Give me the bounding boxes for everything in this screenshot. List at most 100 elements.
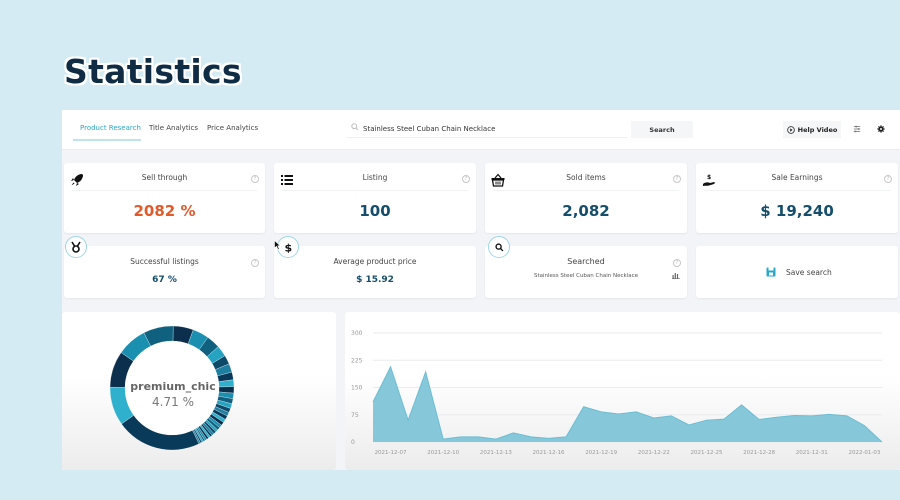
sales-area-chart: 0 75 150 225 300 2021-12-07 2021-12-10 2021-12-…: [351, 330, 884, 456]
gear-icon: [877, 125, 885, 133]
y-tick-label: 0: [351, 439, 355, 446]
info-icon[interactable]: ?: [251, 259, 259, 267]
divider: [493, 190, 679, 191]
bar-chart-icon[interactable]: [672, 272, 680, 279]
data-point[interactable]: [792, 413, 796, 417]
tab-product-research[interactable]: Product Research: [80, 124, 141, 132]
data-point[interactable]: [406, 418, 410, 422]
search-field[interactable]: [347, 120, 627, 138]
area-fill: [373, 366, 882, 442]
x-tick-label: 2021-12-07: [375, 450, 407, 456]
successful-listings-label: Successful listings: [130, 257, 199, 266]
seller-share-panel: premium_chic 4.71 %: [62, 312, 336, 470]
x-tick-label: 2021-12-28: [743, 450, 775, 456]
search-icon: [351, 123, 359, 131]
x-tick-label: 2021-12-25: [690, 450, 722, 456]
data-point[interactable]: [529, 435, 533, 439]
x-tick-label: 2021-12-19: [585, 450, 617, 456]
play-circle-icon: [786, 125, 795, 134]
data-point[interactable]: [827, 412, 831, 416]
search-icon: [494, 242, 503, 251]
data-point[interactable]: [582, 405, 586, 409]
data-point[interactable]: [704, 418, 708, 422]
settings-button[interactable]: [874, 122, 888, 136]
data-point[interactable]: [634, 410, 638, 414]
page-title: Statistics: [64, 52, 242, 91]
sold-items-card: Sold items ? 2,082: [485, 163, 687, 233]
x-tick-label: 2021-12-31: [796, 450, 828, 456]
app-window: Product Research Title Analytics Price A…: [62, 110, 900, 470]
successful-listings-card: Successful listings ? 67 %: [64, 246, 265, 298]
info-icon[interactable]: ?: [673, 259, 681, 267]
data-point[interactable]: [547, 436, 551, 440]
data-point[interactable]: [564, 435, 568, 439]
tab-title-analytics[interactable]: Title Analytics: [149, 124, 198, 132]
help-video-button[interactable]: Help Video: [783, 121, 841, 138]
average-price-label: Average product price: [333, 257, 417, 266]
data-point[interactable]: [652, 416, 656, 420]
x-tick-label: 2021-12-10: [427, 450, 459, 456]
listing-value: 100: [359, 202, 391, 220]
sales-history-panel: 0 75 150 225 300 2021-12-07 2021-12-10 2021-12-…: [345, 312, 900, 470]
data-point[interactable]: [687, 423, 691, 427]
data-point[interactable]: [617, 412, 621, 416]
data-point[interactable]: [424, 370, 428, 374]
data-point[interactable]: [476, 435, 480, 439]
y-tick-label: 225: [351, 357, 363, 364]
x-tick-label: 2021-12-16: [533, 450, 565, 456]
info-icon[interactable]: ?: [251, 175, 259, 183]
topbar: Product Research Title Analytics Price A…: [62, 110, 900, 150]
data-point[interactable]: [810, 414, 814, 418]
info-icon[interactable]: ?: [462, 175, 470, 183]
filter-button[interactable]: [850, 122, 864, 136]
x-tick-label: 2021-12-13: [480, 450, 512, 456]
sell-through-card: Sell through ? 2082 %: [64, 163, 265, 233]
sliders-icon: [853, 125, 861, 133]
data-point[interactable]: [775, 415, 779, 419]
data-point[interactable]: [669, 414, 673, 418]
data-point[interactable]: [511, 431, 515, 435]
data-point[interactable]: [845, 414, 849, 418]
data-point[interactable]: [722, 417, 726, 421]
search-input[interactable]: [363, 122, 623, 136]
searched-label: Searched: [567, 257, 605, 266]
divider: [282, 190, 468, 191]
successful-listings-value: 67 %: [152, 275, 177, 285]
x-tick-label: 2021-12-22: [638, 450, 670, 456]
sale-earnings-card: $ Sale Earnings ? $ 19,240: [696, 163, 898, 233]
average-price-card: Average product price $ 15.92: [274, 246, 476, 298]
data-point[interactable]: [459, 435, 463, 439]
listing-label: Listing: [362, 173, 388, 182]
info-icon[interactable]: ?: [673, 175, 681, 183]
data-point[interactable]: [880, 440, 884, 444]
sale-earnings-value: $ 19,240: [760, 202, 834, 220]
search-button[interactable]: Search: [631, 121, 693, 138]
sell-through-value: 2082 %: [133, 202, 196, 220]
data-point[interactable]: [862, 424, 866, 428]
save-search-button[interactable]: Save search: [696, 246, 898, 298]
medal-badge: [65, 236, 87, 258]
data-point[interactable]: [389, 365, 393, 369]
donut-center-value: 4.71 %: [152, 395, 194, 409]
data-point[interactable]: [599, 410, 603, 414]
data-point[interactable]: [441, 437, 445, 441]
searched-card: Searched ? Stainless Steel Cuban Chain N…: [485, 246, 687, 298]
y-tick-label: 300: [351, 330, 363, 337]
info-icon[interactable]: ?: [884, 175, 892, 183]
data-point[interactable]: [371, 400, 375, 404]
tab-price-analytics[interactable]: Price Analytics: [207, 124, 258, 132]
dollar-icon: $: [285, 242, 293, 254]
active-tab-indicator: [73, 139, 141, 141]
donut-center-label: premium_chic: [130, 380, 216, 393]
data-point[interactable]: [494, 437, 498, 441]
sale-earnings-label: Sale Earnings: [771, 173, 823, 182]
save-search-label: Save search: [786, 268, 832, 277]
sell-through-label: Sell through: [141, 173, 188, 182]
x-tick-label: 2022-01-03: [848, 450, 880, 456]
data-point[interactable]: [740, 403, 744, 407]
data-point[interactable]: [757, 417, 761, 421]
medal-icon: [71, 241, 81, 253]
searched-term: Stainless Steel Cuban Chain Necklace: [533, 273, 638, 279]
save-icon: [766, 267, 776, 277]
listing-card: Listing ? 100: [274, 163, 476, 233]
